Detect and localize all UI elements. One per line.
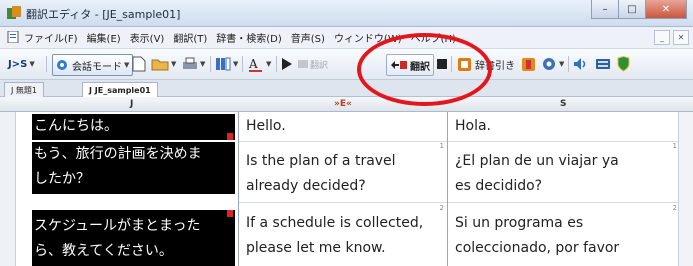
column-header-spanish[interactable]: S [560,99,566,109]
source-cell[interactable]: もう、旅行の計画を決めま したか？ [32,142,235,194]
chevron-down-icon: ▼ [200,60,206,68]
user-dictionary-button[interactable] [521,54,536,74]
close-button[interactable]: ✕ [646,0,687,19]
maximize-button[interactable]: □ [619,0,646,19]
tab-untitled[interactable]: J 無題1 [4,82,44,97]
translate-disabled-label: 翻訳 [310,60,329,71]
new-document-button[interactable] [132,54,146,74]
column-header: J »E« S [0,97,693,112]
conversation-icon [57,60,67,70]
columns-icon [216,57,231,71]
spanish-column: Hola. 1 ¿El plan de un viajar ya es deci… [447,112,680,266]
title-bar: 翻訳エディタ - [JE_sample01] – □ ✕ [0,0,693,27]
keyboard-icon [596,59,610,69]
chevron-down-icon: ▼ [266,60,272,68]
toolbar: J>S ▼ 会話モード ▼ ▼ ▼ ▼ A ▼ 翻訳 翻訳 辞書引き ▼ [0,49,693,80]
translation-editor-window: 翻訳エディタ - [JE_sample01] – □ ✕ ファイル(F) 編集(… [0,0,693,266]
window-controls: – □ ✕ [591,0,687,19]
minimize-button[interactable]: – [591,0,619,19]
translation-cell[interactable]: Is the plan of a travel already decided? [239,149,447,201]
document-tabs: J 無題1 J JE_sample01 [0,80,693,97]
translation-cell[interactable]: Si un programa es coleccionado, por favo… [448,211,680,266]
gear-icon [543,58,555,70]
menu-edit[interactable]: 編集(E) [87,30,121,45]
user-dictionary-icon [522,57,535,71]
translate-disabled-button: 翻訳 [297,54,328,74]
document-icon [7,31,19,43]
menu-bar: ファイル(F) 編集(E) 表示(V) 翻訳(T) 辞書・検索(D) 音声(S)… [0,27,693,49]
speaker-icon [574,58,586,70]
english-column: Hello. 1 Is the plan of a travel already… [238,112,447,266]
chevron-down-icon: ▼ [124,61,130,69]
menu-file[interactable]: ファイル(F) [24,30,78,45]
translation-grid: こんにちは。 もう、旅行の計画を決めま したか？ スケジュールがまとまった ら、… [0,112,693,266]
translation-cell[interactable]: Hola. [448,114,680,140]
tab-je-sample01[interactable]: J JE_sample01 [82,82,158,97]
shield-icon [617,56,630,72]
highlight-annotation [357,33,492,106]
settings-button[interactable]: ▼ [541,54,564,74]
segment-marker-icon [227,210,233,217]
mdi-minimize-button[interactable]: _ [654,30,670,45]
translation-cell[interactable]: Hello. [239,114,447,140]
menu-speech[interactable]: 音声(S) [291,30,325,45]
keyboard-button[interactable] [595,54,611,74]
svg-text:A: A [248,57,258,71]
source-cell[interactable]: こんにちは。 [32,114,235,140]
chevron-down-icon: ▼ [559,60,565,68]
translate-disabled-icon [298,60,308,68]
open-button[interactable]: ▼ [151,54,176,74]
print-button[interactable]: ▼ [182,54,205,74]
vertical-scrollbar[interactable] [678,112,693,266]
chevron-down-icon: ▼ [29,60,35,68]
segment-marker-icon [227,133,233,140]
language-pair-dropdown[interactable]: J>S ▼ [8,54,35,74]
window-title: 翻訳エディタ - [JE_sample01] [26,8,181,21]
language-pair-label: J>S [8,58,28,70]
conversation-mode-button[interactable]: 会話モード ▼ [52,54,134,76]
open-folder-icon [151,59,169,71]
column-header-english[interactable]: »E« [334,99,352,109]
play-button[interactable] [281,54,293,74]
conversation-mode-label: 会話モード [72,61,122,73]
mdi-close-button[interactable]: ✕ [673,30,689,45]
menu-view[interactable]: 表示(V) [130,30,165,45]
layout-button[interactable]: ▼ [215,54,238,74]
speech-button[interactable] [573,54,589,74]
menu-translate[interactable]: 翻訳(T) [173,30,207,45]
printer-icon [183,57,197,69]
font-button[interactable]: A ▼ [248,54,271,74]
chevron-down-icon: ▼ [233,60,239,68]
font-icon: A [248,57,262,72]
chevron-down-icon: ▼ [171,60,177,68]
japanese-column: こんにちは。 もう、旅行の計画を決めま したか？ スケジュールがまとまった ら、… [32,112,235,266]
column-header-japanese[interactable]: J [130,99,133,109]
source-cell[interactable]: スケジュールがまとまった ら、教えてください。 [32,210,235,266]
translation-cell[interactable]: If a schedule is collected, please let m… [239,211,447,266]
play-icon [282,58,292,70]
menu-dictionary[interactable]: 辞書・検索(D) [216,30,282,45]
app-icon [7,6,21,19]
row-gutter [0,112,16,266]
translation-cell[interactable]: ¿El plan de un viajar ya es decidido? [448,149,680,201]
new-document-icon [132,56,146,72]
shield-button[interactable] [617,54,630,74]
